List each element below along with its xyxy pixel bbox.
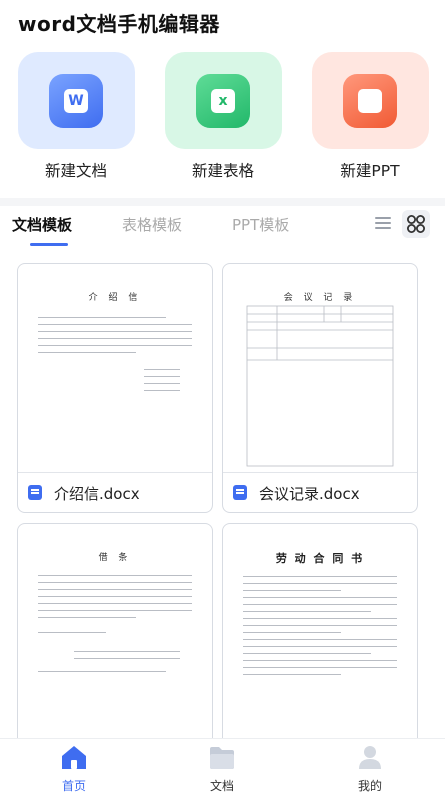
meeting-table-preview xyxy=(246,305,394,467)
new-spreadsheet-button[interactable]: x 新建表格 xyxy=(163,52,283,181)
preview-title: 会 议 记 录 xyxy=(283,293,357,303)
nav-profile-label: 我的 xyxy=(357,779,382,793)
ppt-icon: P xyxy=(343,73,397,128)
template-preview: 劳 动 合 同 书 xyxy=(229,530,411,732)
excel-sheet-badge: x xyxy=(211,88,235,113)
bottom-navigation: 首页 文档 我的 xyxy=(0,738,445,795)
new-document-button[interactable]: W 新建文档 xyxy=(16,52,136,181)
template-name-row: 会议记录.docx xyxy=(223,472,417,512)
new-document-tile[interactable]: W xyxy=(17,52,135,149)
active-tab-indicator xyxy=(30,243,68,246)
home-icon xyxy=(59,743,89,771)
tab-spreadsheet-templates[interactable]: 表格模板 xyxy=(122,214,182,235)
new-ppt-tile[interactable]: P xyxy=(311,52,429,149)
nav-documents-label: 文档 xyxy=(209,779,234,793)
template-grid: 介 绍 信 介绍信.docx 会 议 记 录 会议记录.docx 借 条 劳 动… xyxy=(0,255,445,740)
list-icon xyxy=(375,217,391,229)
user-icon xyxy=(355,743,385,771)
nav-home[interactable]: 首页 xyxy=(44,743,104,794)
new-document-label: 新建文档 xyxy=(44,162,107,180)
quick-actions: W 新建文档 x 新建表格 P 新建PPT xyxy=(0,52,445,187)
template-card-labor-contract[interactable]: 劳 动 合 同 书 xyxy=(222,523,418,740)
grid-icon xyxy=(407,215,425,233)
word-file-icon xyxy=(233,485,247,500)
template-card-iou[interactable]: 借 条 xyxy=(17,523,213,740)
tab-document-templates[interactable]: 文档模板 xyxy=(12,214,72,235)
template-preview: 借 条 xyxy=(24,530,206,732)
template-preview: 介 绍 信 xyxy=(24,270,206,472)
section-divider xyxy=(0,198,445,206)
ppt-badge: P xyxy=(358,88,382,113)
template-preview: 会 议 记 录 xyxy=(229,270,411,472)
new-ppt-button[interactable]: P 新建PPT xyxy=(310,52,430,181)
new-ppt-label: 新建PPT xyxy=(340,162,400,180)
template-file-name: 介绍信.docx xyxy=(54,485,140,503)
folder-icon xyxy=(207,743,237,771)
word-doc-icon: W xyxy=(49,73,103,128)
app-title: word文档手机编辑器 xyxy=(18,12,220,36)
template-card-introduction-letter[interactable]: 介 绍 信 介绍信.docx xyxy=(17,263,213,513)
list-view-button[interactable] xyxy=(372,212,394,234)
template-name-row: 介绍信.docx xyxy=(18,472,212,512)
new-spreadsheet-label: 新建表格 xyxy=(191,162,254,180)
preview-title: 介 绍 信 xyxy=(88,293,142,303)
word-file-icon xyxy=(28,485,42,500)
tab-ppt-templates[interactable]: PPT模板 xyxy=(232,214,289,235)
excel-sheet-icon: x xyxy=(196,73,250,128)
preview-title: 劳 动 合 同 书 xyxy=(275,552,365,565)
template-card-meeting-minutes[interactable]: 会 议 记 录 会议记录.docx xyxy=(222,263,418,513)
word-doc-badge: W xyxy=(64,88,88,113)
template-file-name: 会议记录.docx xyxy=(259,485,360,503)
nav-home-label: 首页 xyxy=(61,779,86,793)
nav-documents[interactable]: 文档 xyxy=(192,743,252,794)
template-tabs: 文档模板 表格模板 PPT模板 xyxy=(0,206,445,246)
preview-title: 借 条 xyxy=(98,553,132,563)
grid-view-button[interactable] xyxy=(402,210,430,238)
new-spreadsheet-tile[interactable]: x xyxy=(164,52,282,149)
nav-profile[interactable]: 我的 xyxy=(340,743,400,794)
